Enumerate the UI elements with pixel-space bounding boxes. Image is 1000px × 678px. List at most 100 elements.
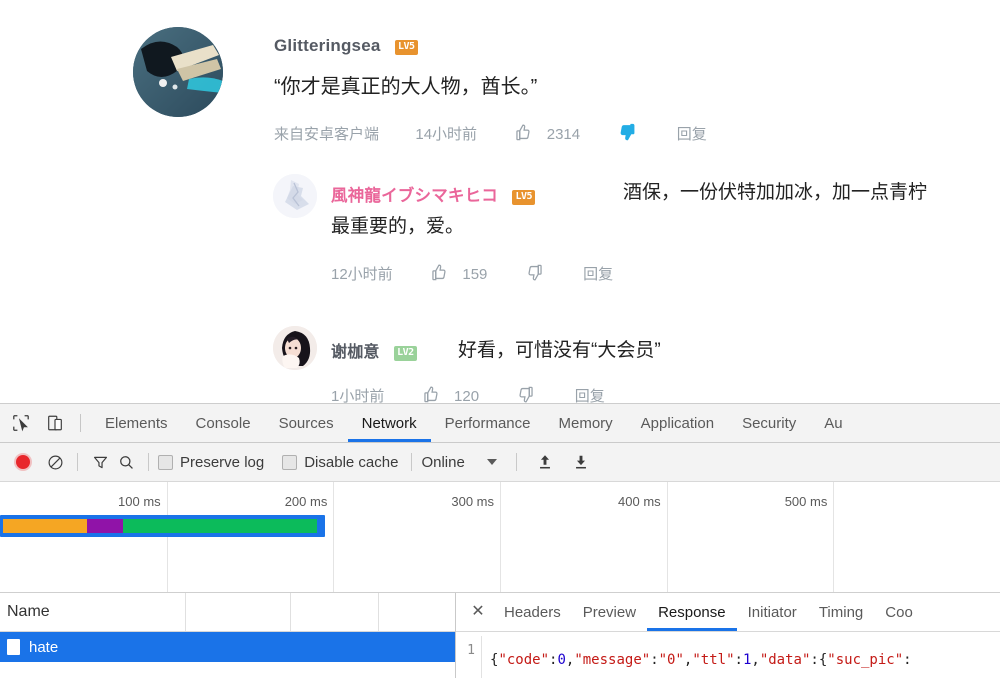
import-har-icon[interactable]: [532, 449, 558, 475]
waterfall-bar[interactable]: [0, 515, 325, 537]
devtools-tab-memory[interactable]: Memory: [545, 405, 627, 442]
detail-tab-preview[interactable]: Preview: [572, 594, 647, 631]
timeline-gridline: [333, 482, 335, 592]
record-button[interactable]: [16, 455, 30, 469]
throttle-select-value[interactable]: Online: [421, 454, 464, 471]
request-list-header: Name: [0, 593, 455, 632]
close-icon[interactable]: ✕: [465, 604, 491, 620]
search-icon[interactable]: [113, 449, 139, 475]
timeline-tick-label: 500 ms: [784, 494, 828, 509]
avatar[interactable]: [273, 174, 317, 218]
toolbar-divider: [77, 453, 78, 471]
json-token: :: [810, 652, 819, 668]
request-rows: hate: [0, 632, 455, 662]
table-row[interactable]: hate: [0, 632, 455, 662]
devtools-tab-sources[interactable]: Sources: [265, 405, 348, 442]
waterfall-segment-stalled: [3, 519, 87, 533]
waterfall-segment-request-sent: [86, 519, 124, 533]
comment-2-text-line2: 最重要的，爱。: [331, 216, 465, 237]
comment-1-meta: 来自安卓客户端 14小时前 2314 回复: [274, 122, 707, 146]
thumbs-up-icon[interactable]: [513, 123, 532, 146]
detail-tab-list: Headers Preview Response Initiator Timing Coo: [493, 594, 924, 631]
comment-2-text-line1: 酒保，一份伏特加加冰，加一点青柠: [623, 182, 928, 203]
comment-1-header: Glitteringsea LV5: [274, 36, 418, 56]
json-token: :: [650, 652, 659, 668]
request-list-pane: Name hate: [0, 593, 456, 678]
timeline-tick-label: 200 ms: [284, 494, 328, 509]
thumbs-up-icon[interactable]: [429, 263, 448, 286]
devtools-tab-application[interactable]: Application: [627, 405, 728, 442]
comment-3-reply-link[interactable]: 回复: [575, 388, 605, 403]
network-overview-timeline[interactable]: 100 ms 200 ms 300 ms 400 ms 500 ms: [0, 482, 1000, 593]
json-token: "code": [498, 652, 550, 668]
export-har-icon[interactable]: [568, 449, 594, 475]
avatar-image: [133, 27, 223, 117]
toolbar-divider: [80, 414, 81, 432]
inspect-element-icon[interactable]: [8, 410, 34, 436]
json-token: "0": [658, 652, 684, 668]
comment-3-level-badge: LV2: [394, 346, 417, 361]
document-icon: [7, 639, 20, 655]
response-json-line: {"code":0,"message":"0","ttl":1,"data":{…: [482, 652, 912, 668]
json-token: "data": [759, 652, 811, 668]
devtools-tab-security[interactable]: Security: [728, 405, 810, 442]
devtools-tab-console[interactable]: Console: [182, 405, 265, 442]
json-token: "suc_pic": [827, 652, 904, 668]
thumbs-down-icon[interactable]: [618, 122, 638, 146]
comment-1-reply-link[interactable]: 回复: [677, 126, 707, 143]
devtools-tab-elements[interactable]: Elements: [91, 405, 182, 442]
avatar-image: [273, 174, 317, 218]
chevron-down-icon[interactable]: [486, 459, 497, 465]
json-token: :: [734, 652, 743, 668]
screenshot-root: Glitteringsea LV5 “你才是真正的大人物，酋长。” 来自安卓客户…: [0, 0, 1000, 678]
devtools-tab-network[interactable]: Network: [348, 405, 431, 442]
timeline-gridlines: 100 ms 200 ms 300 ms 400 ms 500 ms: [0, 482, 1000, 592]
thumbs-down-icon[interactable]: [517, 385, 536, 403]
device-toolbar-icon[interactable]: [42, 410, 68, 436]
devtools-tab-au[interactable]: Au: [810, 405, 856, 442]
comment-2-reply-link[interactable]: 回复: [583, 266, 613, 283]
thumbs-up-icon[interactable]: [421, 385, 440, 403]
response-body-viewer[interactable]: 1 {"code":0,"message":"0","ttl":1,"data"…: [456, 632, 1000, 678]
timeline-gridline: [833, 482, 835, 592]
comment-2-username[interactable]: 風神龍イブシマキヒコ: [331, 187, 498, 205]
clear-icon[interactable]: [42, 449, 68, 475]
comment-3-text: 好看，可惜没有“大会员”: [458, 340, 661, 361]
timeline-tick-label: 400 ms: [618, 494, 661, 509]
column-header-name[interactable]: Name: [7, 603, 50, 620]
avatar[interactable]: [273, 326, 317, 370]
comment-3-header: 谢枷意 LV2: [331, 338, 417, 362]
detail-tab-initiator[interactable]: Initiator: [737, 594, 808, 631]
network-bottom-split: Name hate ✕ Headers Preview Response Initia…: [0, 593, 1000, 678]
detail-tab-timing[interactable]: Timing: [808, 594, 874, 631]
comment-2-time: 12小时前: [331, 266, 393, 283]
thumbs-down-icon[interactable]: [526, 263, 545, 286]
column-divider[interactable]: [290, 593, 291, 631]
comments-page: Glitteringsea LV5 “你才是真正的大人物，酋长。” 来自安卓客户…: [0, 0, 1000, 403]
request-detail-pane: ✕ Headers Preview Response Initiator Timing C…: [456, 593, 1000, 678]
column-divider[interactable]: [378, 593, 379, 631]
filter-icon[interactable]: [87, 449, 113, 475]
toolbar-divider: [148, 453, 149, 471]
comment-3-like-count: 120: [454, 388, 480, 403]
json-token: 0: [557, 652, 566, 668]
checkbox-box: [158, 454, 173, 470]
devtools-tab-list: Elements Console Sources Network Performance…: [91, 405, 857, 442]
devtools-tabbar: Elements Console Sources Network Performance…: [0, 404, 1000, 443]
comment-1-username[interactable]: Glitteringsea: [274, 36, 381, 55]
comment-3-username[interactable]: 谢枷意: [331, 344, 380, 361]
devtools-tab-performance[interactable]: Performance: [431, 405, 545, 442]
detail-tab-response[interactable]: Response: [647, 594, 737, 631]
toolbar-divider: [515, 453, 517, 471]
column-divider[interactable]: [185, 593, 186, 631]
timeline-tick-label: 300 ms: [451, 494, 494, 509]
avatar[interactable]: [133, 27, 223, 117]
preserve-log-checkbox[interactable]: Preserve log: [158, 454, 264, 471]
detail-tab-coo[interactable]: Coo: [874, 594, 924, 631]
detail-tabbar: ✕ Headers Preview Response Initiator Timing C…: [456, 593, 1000, 632]
json-token: "message": [574, 652, 651, 668]
comment-3-time: 1小时前: [331, 388, 385, 403]
detail-tab-headers[interactable]: Headers: [493, 594, 572, 631]
disable-cache-checkbox[interactable]: Disable cache: [282, 454, 398, 471]
devtools-panel: Elements Console Sources Network Performance…: [0, 403, 1000, 678]
